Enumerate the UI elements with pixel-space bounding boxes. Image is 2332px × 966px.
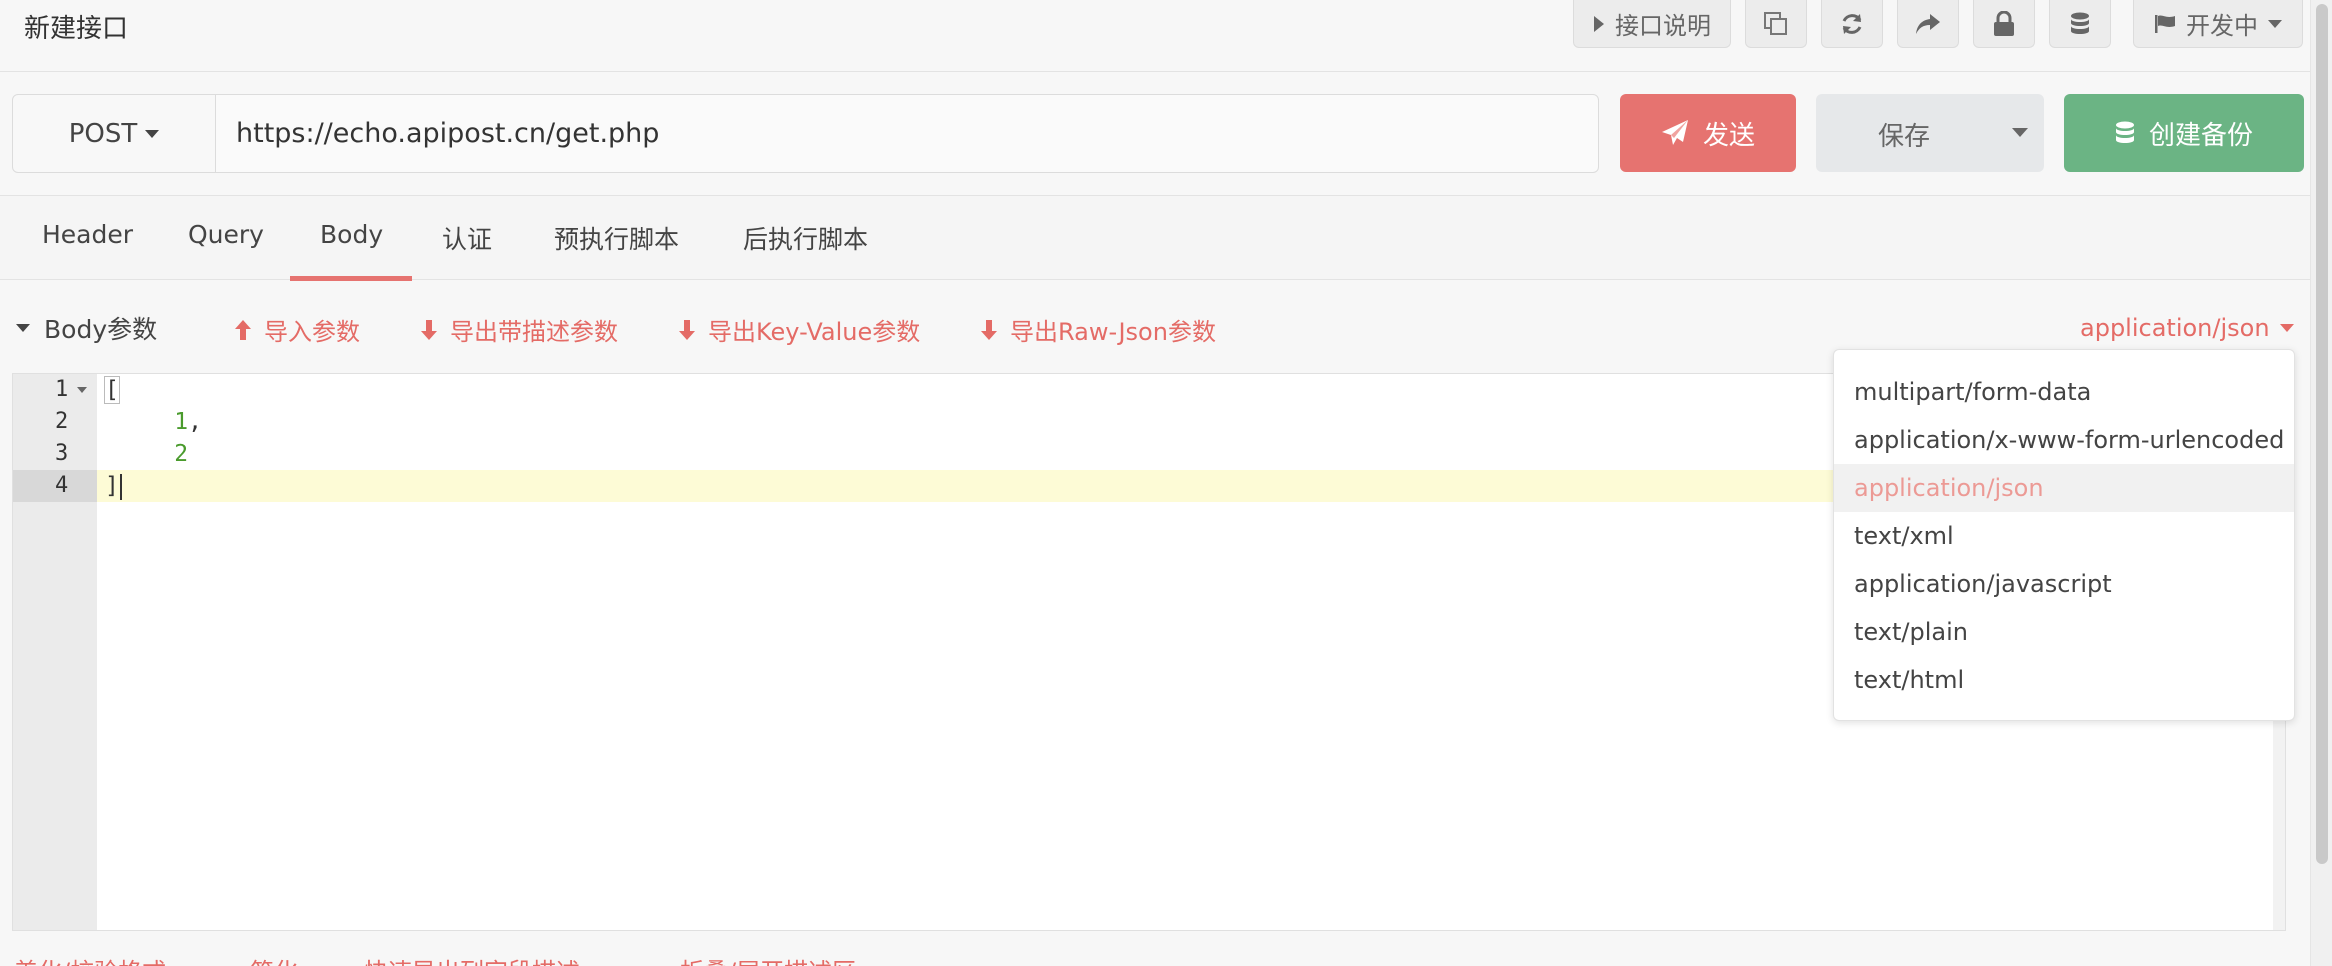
content-type-select[interactable]: application/json [2080, 314, 2294, 342]
database-button[interactable] [2049, 0, 2111, 48]
code-token: 2 [174, 441, 189, 467]
tab-post-script[interactable]: 后执行脚本 [743, 220, 868, 256]
beautify-button[interactable]: 美化/校验格式 [14, 952, 166, 966]
body-params-toggle[interactable]: Body参数 [16, 310, 157, 346]
method-label: POST [68, 118, 138, 149]
export-kv-params-label: 导出Key-Value参数 [708, 318, 921, 346]
refresh-button[interactable] [1821, 0, 1883, 48]
copy-icon [1764, 11, 1787, 35]
fold-caret-icon[interactable] [77, 387, 87, 393]
tab-auth[interactable]: 认证 [442, 220, 492, 256]
content-type-menu: multipart/form-data application/x-www-fo… [1833, 349, 2295, 721]
code-token: [ [104, 376, 120, 404]
simplify-label: 简化 [250, 952, 298, 966]
body-params-title: Body参数 [44, 315, 158, 344]
content-type-option-selected[interactable]: application/json [1834, 464, 2294, 512]
quick-export-label: 快速导出列字段描述 [364, 952, 580, 966]
export-desc-params-button[interactable]: 导出带描述参数 [420, 312, 618, 347]
lock-button[interactable] [1973, 0, 2035, 48]
caret-down-icon [145, 129, 160, 138]
simplify-button[interactable]: 简化 [250, 952, 298, 966]
caret-down-icon [2279, 324, 2294, 332]
refresh-icon [1842, 13, 1862, 34]
tab-query[interactable]: Query [188, 220, 264, 249]
content-type-label: application/json [2080, 314, 2270, 342]
import-params-label: 导入参数 [264, 318, 360, 346]
create-backup-button[interactable]: 创建备份 [2064, 94, 2304, 172]
database-icon [2115, 121, 2134, 143]
save-button[interactable]: 保存 [1816, 94, 2044, 172]
content-type-option[interactable]: text/xml [1834, 512, 2294, 560]
line-number: 4 [13, 470, 97, 502]
share-icon [1916, 13, 1940, 34]
text-cursor [119, 473, 122, 500]
beautify-label: 美化/校验格式 [14, 952, 166, 966]
editor-bottom-toolbar: 美化/校验格式 简化 快速导出列字段描述 折叠/展开描述区 [0, 952, 2310, 966]
active-tab-indicator [290, 276, 412, 281]
caret-down-icon [2268, 19, 2282, 28]
content-type-option[interactable]: text/plain [1834, 608, 2294, 656]
environment-label: 开发中 [2186, 12, 2258, 40]
export-raw-json-params-button[interactable]: 导出Raw-Json参数 [980, 312, 1216, 347]
arrow-down-icon [679, 319, 695, 340]
backup-label: 创建备份 [2148, 120, 2253, 151]
code-token: ] [105, 473, 119, 499]
flag-icon [2155, 14, 2175, 33]
top-bar: 新建接口 接口说明 开发中 [0, 0, 2310, 72]
fold-desc-button[interactable]: 折叠/展开描述区 [680, 952, 856, 966]
line-number: 3 [55, 441, 69, 466]
tab-body[interactable]: Body [320, 220, 383, 249]
window-scrollbar-thumb[interactable] [2316, 4, 2328, 864]
quick-export-button[interactable]: 快速导出列字段描述 [364, 952, 580, 966]
export-raw-json-params-label: 导出Raw-Json参数 [1010, 318, 1216, 346]
arrow-up-icon [235, 319, 251, 340]
code-token: , [188, 409, 202, 435]
export-kv-params-button[interactable]: 导出Key-Value参数 [678, 312, 920, 347]
tab-header[interactable]: Header [42, 220, 133, 249]
code-token: 1 [174, 409, 189, 435]
api-doc-button[interactable]: 接口说明 [1573, 0, 1731, 48]
share-button[interactable] [1897, 0, 1959, 48]
window-scrollbar[interactable] [2310, 0, 2332, 966]
save-label: 保存 [1878, 122, 1931, 152]
caret-down-icon[interactable] [2012, 128, 2028, 137]
arrow-down-icon [981, 319, 997, 340]
api-doc-label: 接口说明 [1615, 12, 1711, 40]
caret-down-icon [16, 324, 30, 332]
request-tabs: Header Query Body 认证 预执行脚本 后执行脚本 [0, 195, 2310, 281]
copy-button[interactable] [1745, 0, 1807, 48]
paper-plane-icon [1661, 120, 1688, 145]
database-icon [2071, 12, 2089, 34]
arrow-down-icon [421, 319, 437, 340]
url-input[interactable] [215, 94, 1599, 173]
content-type-option[interactable]: application/javascript [1834, 560, 2294, 608]
environment-dropdown[interactable]: 开发中 [2133, 0, 2303, 48]
method-select[interactable]: POST [12, 94, 216, 173]
content-type-option[interactable]: text/html [1834, 656, 2294, 704]
page-title: 新建接口 [24, 14, 129, 44]
export-desc-params-label: 导出带描述参数 [450, 318, 618, 346]
send-button[interactable]: 发送 [1620, 94, 1796, 172]
content-type-option[interactable]: multipart/form-data [1834, 368, 2294, 416]
line-number: 1 [13, 374, 97, 406]
line-number: 2 [55, 409, 69, 434]
lock-icon [1994, 10, 2014, 36]
import-params-button[interactable]: 导入参数 [234, 312, 360, 347]
play-icon [1594, 15, 1604, 32]
send-label: 发送 [1702, 120, 1755, 151]
fold-desc-label: 折叠/展开描述区 [680, 952, 856, 966]
content-type-option[interactable]: application/x-www-form-urlencoded [1834, 416, 2294, 464]
tab-pre-script[interactable]: 预执行脚本 [554, 220, 679, 256]
